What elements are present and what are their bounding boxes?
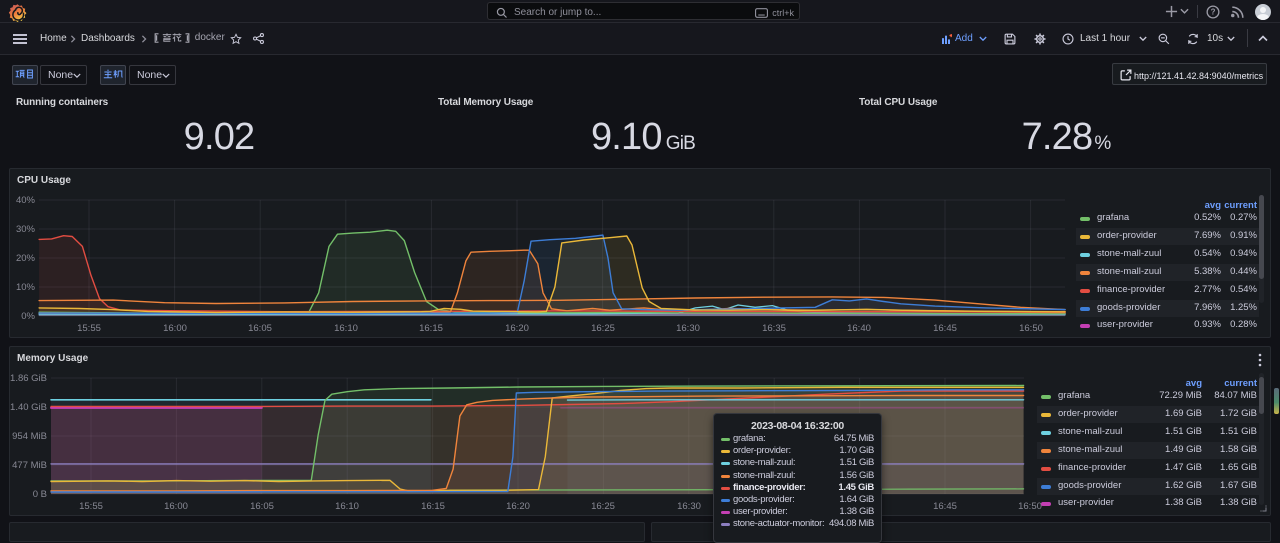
svg-text:?: ? <box>1211 7 1216 16</box>
